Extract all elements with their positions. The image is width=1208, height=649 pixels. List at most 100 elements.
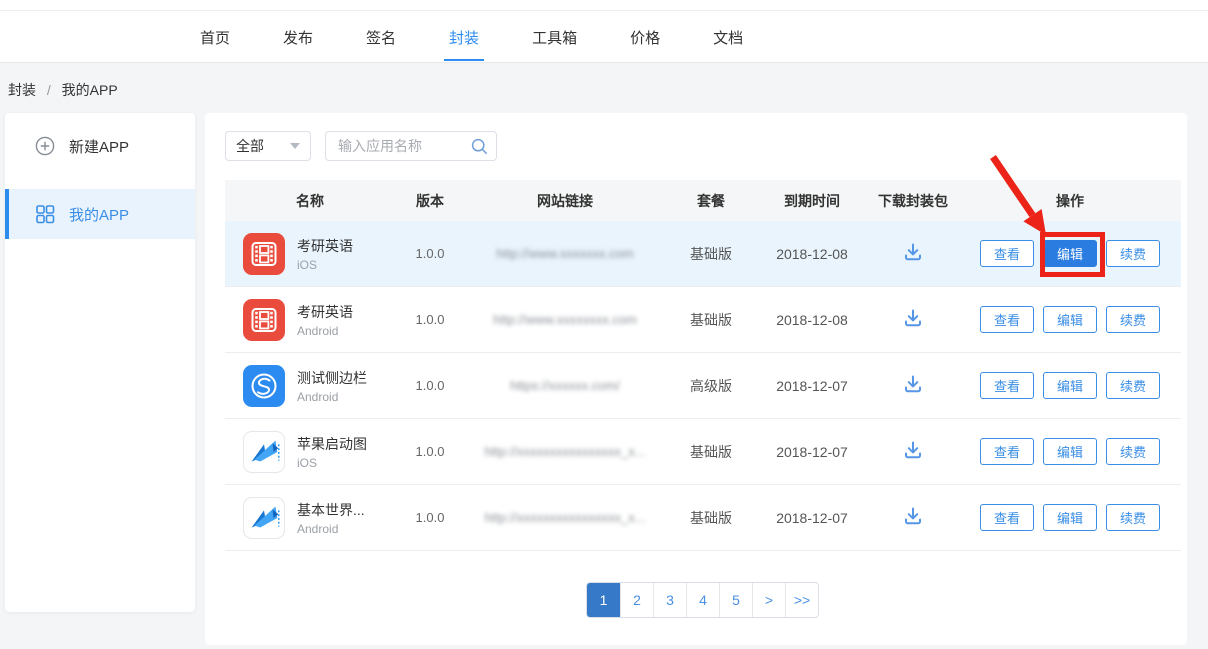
- apps-table: 名称 版本 网站链接 套餐 到期时间 下载封装包 操作: [225, 180, 1181, 551]
- nav-docs[interactable]: 文档: [711, 21, 745, 54]
- filter-bar: 全部: [225, 131, 497, 161]
- sidebar-item-new-app[interactable]: 新建APP: [5, 121, 195, 171]
- app-platform: iOS: [297, 258, 353, 272]
- origami-bird-app-icon: [243, 497, 285, 539]
- app-expiry: 2018-12-08: [757, 246, 867, 262]
- app-url-blurred: http://xxxxxxxxxxxxxxxx_x...: [465, 510, 665, 525]
- view-button[interactable]: 查看: [980, 306, 1034, 333]
- main-nav: 首页 发布 签名 封装 工具箱 价格 文档: [0, 11, 1208, 63]
- search-icon[interactable]: [470, 137, 489, 156]
- chevron-down-icon: [290, 143, 300, 149]
- app-url-blurred: http://www.xxxxxxx.com: [465, 246, 665, 261]
- search-box: [325, 131, 497, 161]
- page-button-2[interactable]: 2: [620, 583, 653, 617]
- app-expiry: 2018-12-07: [757, 444, 867, 460]
- view-button[interactable]: 查看: [980, 240, 1034, 267]
- renew-button[interactable]: 续费: [1106, 306, 1160, 333]
- download-icon[interactable]: [902, 439, 924, 461]
- plus-circle-icon: [34, 135, 56, 157]
- top-divider: [0, 10, 1208, 11]
- app-platform: Android: [297, 390, 367, 404]
- nav-signature[interactable]: 签名: [364, 21, 398, 54]
- app-version: 1.0.0: [395, 510, 465, 525]
- page-button-5[interactable]: 5: [719, 583, 752, 617]
- next-page-button[interactable]: >: [752, 583, 785, 617]
- edit-button[interactable]: 编辑: [1043, 306, 1097, 333]
- col-header-url: 网站链接: [465, 191, 665, 211]
- app-expiry: 2018-12-07: [757, 510, 867, 526]
- view-button[interactable]: 查看: [980, 372, 1034, 399]
- app-name: 考研英语: [297, 236, 353, 256]
- category-select[interactable]: 全部: [225, 131, 311, 161]
- nav-home[interactable]: 首页: [198, 21, 232, 54]
- pagination: 1 2 3 4 5 > >>: [586, 582, 819, 618]
- film-app-icon: [243, 299, 285, 341]
- app-plan: 基础版: [665, 244, 757, 264]
- annotation-highlight-box: [1040, 232, 1105, 277]
- last-page-button[interactable]: >>: [785, 583, 818, 617]
- app-name: 测试侧边栏: [297, 368, 367, 388]
- page-button-4[interactable]: 4: [686, 583, 719, 617]
- sidebar-item-label: 我的APP: [69, 204, 129, 225]
- nav-publish[interactable]: 发布: [281, 21, 315, 54]
- download-icon[interactable]: [902, 241, 924, 263]
- renew-button[interactable]: 续费: [1106, 240, 1160, 267]
- col-header-name: 名称: [225, 191, 395, 211]
- breadcrumb-section[interactable]: 封装: [8, 82, 36, 98]
- table-row: 测试侧边栏 Android 1.0.0 https://xxxxxx.com/ …: [225, 353, 1181, 419]
- nav-price[interactable]: 价格: [628, 21, 662, 54]
- app-plan: 基础版: [665, 310, 757, 330]
- breadcrumb-current: 我的APP: [62, 82, 118, 98]
- app-version: 1.0.0: [395, 312, 465, 327]
- app-url-blurred: http://www.xxxxxxxx.com: [465, 312, 665, 327]
- app-name: 基本世界...: [297, 500, 365, 520]
- app-url-blurred: http://xxxxxxxxxxxxxxxx_x...: [465, 444, 665, 459]
- s-swirl-app-icon: [243, 365, 285, 407]
- col-header-version: 版本: [395, 191, 465, 211]
- table-header-row: 名称 版本 网站链接 套餐 到期时间 下载封装包 操作: [225, 180, 1181, 221]
- app-plan: 高级版: [665, 376, 757, 396]
- edit-button[interactable]: 编辑: [1043, 372, 1097, 399]
- nav-package[interactable]: 封装: [447, 21, 481, 54]
- download-icon[interactable]: [902, 373, 924, 395]
- origami-bird-app-icon: [243, 431, 285, 473]
- main-panel: 全部 名称 版本 网站链接 套餐 到期时间 下载封装包 操作: [205, 113, 1187, 645]
- edit-button[interactable]: 编辑: [1043, 504, 1097, 531]
- film-app-icon: [243, 233, 285, 275]
- col-header-expiry: 到期时间: [757, 191, 867, 211]
- page-button-3[interactable]: 3: [653, 583, 686, 617]
- sidebar-item-label: 新建APP: [69, 136, 129, 157]
- table-row: 考研英语 iOS 1.0.0 http://www.xxxxxxx.com 基础…: [225, 221, 1181, 287]
- app-platform: Android: [297, 522, 365, 536]
- app-expiry: 2018-12-07: [757, 378, 867, 394]
- app-plan: 基础版: [665, 442, 757, 462]
- col-header-actions: 操作: [959, 191, 1181, 211]
- nav-toolbox[interactable]: 工具箱: [530, 21, 579, 54]
- download-icon[interactable]: [902, 307, 924, 329]
- download-icon[interactable]: [902, 505, 924, 527]
- table-row: 苹果启动图 iOS 1.0.0 http://xxxxxxxxxxxxxxxx_…: [225, 419, 1181, 485]
- app-name: 苹果启动图: [297, 434, 367, 454]
- app-version: 1.0.0: [395, 444, 465, 459]
- breadcrumb: 封装 / 我的APP: [8, 80, 118, 100]
- sidebar-item-my-app[interactable]: 我的APP: [5, 189, 195, 239]
- renew-button[interactable]: 续费: [1106, 372, 1160, 399]
- sidebar: 新建APP 我的APP: [5, 113, 195, 612]
- renew-button[interactable]: 续费: [1106, 504, 1160, 531]
- table-row: 基本世界... Android 1.0.0 http://xxxxxxxxxxx…: [225, 485, 1181, 551]
- app-version: 1.0.0: [395, 246, 465, 261]
- category-select-value: 全部: [236, 136, 264, 156]
- renew-button[interactable]: 续费: [1106, 438, 1160, 465]
- view-button[interactable]: 查看: [980, 438, 1034, 465]
- breadcrumb-separator: /: [47, 82, 51, 98]
- table-row: 考研英语 Android 1.0.0 http://www.xxxxxxxx.c…: [225, 287, 1181, 353]
- app-url-blurred: https://xxxxxx.com/: [465, 378, 665, 393]
- col-header-plan: 套餐: [665, 191, 757, 211]
- app-plan: 基础版: [665, 508, 757, 528]
- app-name: 考研英语: [297, 302, 353, 322]
- page-button-1[interactable]: 1: [587, 583, 620, 617]
- edit-button[interactable]: 编辑: [1043, 438, 1097, 465]
- view-button[interactable]: 查看: [980, 504, 1034, 531]
- app-platform: iOS: [297, 456, 367, 470]
- app-window: 首页 发布 签名 封装 工具箱 价格 文档 封装 / 我的APP 新建APP: [0, 0, 1208, 649]
